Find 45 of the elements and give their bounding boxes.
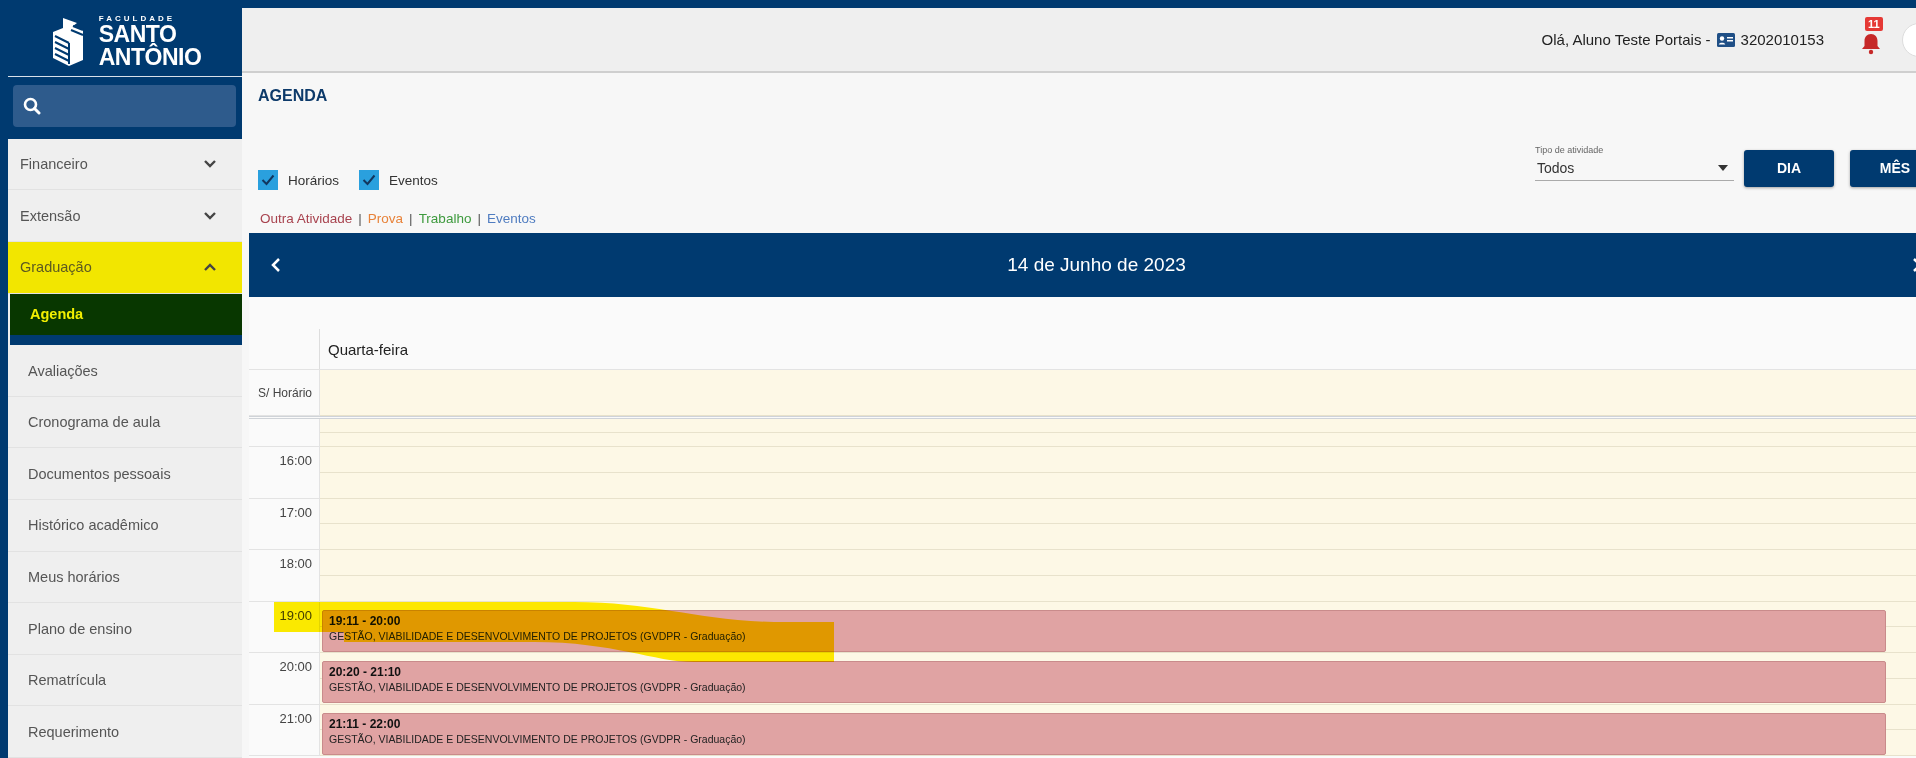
event-time: 21:11 - 22:00 [329, 716, 402, 731]
greeting-text: Olá, Aluno Teste Portais - [1541, 31, 1711, 48]
checkbox-label: Eventos [389, 172, 438, 188]
hour-label: 17:00 [249, 498, 320, 550]
hour-label: 21:00 [249, 704, 320, 756]
all-day-label: S/ Horário [249, 370, 320, 416]
legend-item: Prova [367, 211, 404, 228]
menu-item[interactable]: Graduação [8, 242, 242, 294]
page-title: AGENDA [257, 86, 329, 106]
student-id: 3202010153 [1740, 31, 1824, 48]
event-title: GESTÃO, VIABILIDADE E DESENVOLVIMENTO DE PROJETOS (GVDPR - Graduação) [329, 681, 747, 693]
event-time: 19:11 - 20:00 [329, 613, 402, 628]
checkbox[interactable] [258, 170, 278, 190]
logo-overline: FACULDADE [98, 14, 177, 23]
notification-badge: 11 [1865, 16, 1883, 31]
legend-item: Trabalho [418, 211, 472, 228]
chevron-up-icon [204, 263, 216, 272]
event-time: 20:20 - 21:10 [329, 665, 403, 679]
hour-label: 18:00 [249, 550, 320, 602]
search-field[interactable] [13, 84, 236, 127]
chevron-left-icon[interactable] [271, 258, 281, 272]
view-button[interactable]: DIA [1744, 149, 1834, 187]
caret-icon [1718, 164, 1728, 171]
event-title: GESTÃO, VIABILIDADE E DESENVOLVIMENTO DE PROJETOS (GVDPR - Graduação) [329, 732, 747, 745]
legend-item: Outra Atividade [260, 211, 353, 228]
legend-separator: | [409, 211, 413, 228]
chevron-down-icon [204, 160, 216, 169]
legend-separator: | [358, 211, 362, 228]
chevron-down-icon [204, 211, 216, 220]
checkbox[interactable] [359, 170, 379, 190]
hour-label: 20:00 [249, 653, 320, 705]
day-header: Quarta-feira [327, 340, 410, 360]
logo-name: ANTÔNIO [98, 45, 202, 69]
view-button[interactable]: MÊS [1850, 149, 1916, 187]
calendar-event[interactable]: 21:11 - 22:00 GESTÃO, VIABILIDADE E DESENVOLVIMENTO DE PROJETOS (GVDPR - Graduação) [322, 712, 1886, 755]
date-title: 14 de Junho de 2023 [1007, 254, 1186, 276]
legend-item: Eventos [486, 211, 536, 228]
calendar-event[interactable]: 20:20 - 21:10 GESTÃO, VIABILIDADE E DESENVOLVIMENTO DE PROJETOS (GVDPR - Graduação) [322, 661, 1886, 703]
id-card-icon [1716, 32, 1735, 47]
search-icon [23, 96, 41, 115]
activity-type-select[interactable]: Tipo de atividade Todos [1535, 145, 1734, 181]
checkbox-label: Horários [288, 172, 339, 188]
hour-label: 16:00 [249, 447, 320, 499]
submenu-item[interactable]: Agenda [10, 293, 242, 346]
legend-separator: | [477, 211, 481, 228]
